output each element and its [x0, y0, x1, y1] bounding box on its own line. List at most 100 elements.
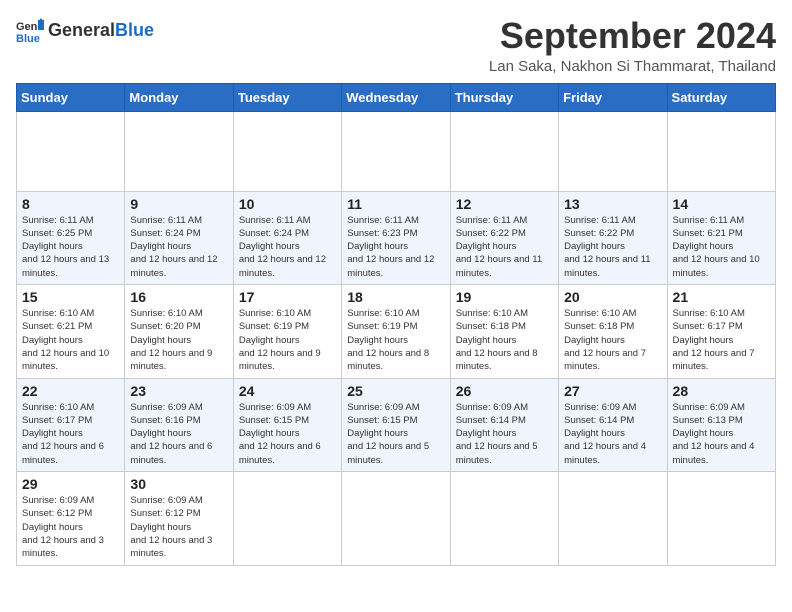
- day-number: 18: [347, 289, 444, 305]
- table-row: 30 Sunrise: 6:09 AM Sunset: 6:12 PM Dayl…: [125, 472, 233, 565]
- table-row: [667, 111, 775, 191]
- day-number: 16: [130, 289, 227, 305]
- col-sunday: Sunday: [17, 83, 125, 111]
- table-row: 12 Sunrise: 6:11 AM Sunset: 6:22 PM Dayl…: [450, 191, 558, 284]
- day-number: 28: [673, 383, 770, 399]
- day-number: 9: [130, 196, 227, 212]
- day-info: Sunrise: 6:10 AM Sunset: 6:17 PM Dayligh…: [673, 307, 770, 373]
- table-row: 26 Sunrise: 6:09 AM Sunset: 6:14 PM Dayl…: [450, 378, 558, 471]
- col-thursday: Thursday: [450, 83, 558, 111]
- table-row: [125, 111, 233, 191]
- day-info: Sunrise: 6:09 AM Sunset: 6:12 PM Dayligh…: [130, 494, 227, 560]
- table-row: 14 Sunrise: 6:11 AM Sunset: 6:21 PM Dayl…: [667, 191, 775, 284]
- header: General Blue GeneralBlue September 2024 …: [16, 16, 776, 75]
- calendar-week-1: [17, 111, 776, 191]
- day-number: 13: [564, 196, 661, 212]
- table-row: [233, 111, 341, 191]
- calendar-week-3: 15 Sunrise: 6:10 AM Sunset: 6:21 PM Dayl…: [17, 285, 776, 378]
- day-number: 24: [239, 383, 336, 399]
- table-row: [667, 472, 775, 565]
- table-row: 27 Sunrise: 6:09 AM Sunset: 6:14 PM Dayl…: [559, 378, 667, 471]
- day-number: 8: [22, 196, 119, 212]
- day-number: 29: [22, 476, 119, 492]
- table-row: 21 Sunrise: 6:10 AM Sunset: 6:17 PM Dayl…: [667, 285, 775, 378]
- day-number: 17: [239, 289, 336, 305]
- day-info: Sunrise: 6:11 AM Sunset: 6:22 PM Dayligh…: [456, 214, 553, 280]
- day-info: Sunrise: 6:09 AM Sunset: 6:14 PM Dayligh…: [564, 401, 661, 467]
- day-info: Sunrise: 6:11 AM Sunset: 6:22 PM Dayligh…: [564, 214, 661, 280]
- day-number: 20: [564, 289, 661, 305]
- day-info: Sunrise: 6:09 AM Sunset: 6:15 PM Dayligh…: [347, 401, 444, 467]
- day-info: Sunrise: 6:10 AM Sunset: 6:19 PM Dayligh…: [239, 307, 336, 373]
- table-row: 22 Sunrise: 6:10 AM Sunset: 6:17 PM Dayl…: [17, 378, 125, 471]
- day-info: Sunrise: 6:11 AM Sunset: 6:24 PM Dayligh…: [130, 214, 227, 280]
- col-saturday: Saturday: [667, 83, 775, 111]
- table-row: [17, 111, 125, 191]
- table-row: 13 Sunrise: 6:11 AM Sunset: 6:22 PM Dayl…: [559, 191, 667, 284]
- table-row: [342, 111, 450, 191]
- day-info: Sunrise: 6:10 AM Sunset: 6:20 PM Dayligh…: [130, 307, 227, 373]
- day-info: Sunrise: 6:10 AM Sunset: 6:19 PM Dayligh…: [347, 307, 444, 373]
- day-number: 27: [564, 383, 661, 399]
- day-info: Sunrise: 6:10 AM Sunset: 6:18 PM Dayligh…: [564, 307, 661, 373]
- day-number: 10: [239, 196, 336, 212]
- day-info: Sunrise: 6:09 AM Sunset: 6:15 PM Dayligh…: [239, 401, 336, 467]
- table-row: 8 Sunrise: 6:11 AM Sunset: 6:25 PM Dayli…: [17, 191, 125, 284]
- day-number: 11: [347, 196, 444, 212]
- day-info: Sunrise: 6:11 AM Sunset: 6:25 PM Dayligh…: [22, 214, 119, 280]
- calendar-week-2: 8 Sunrise: 6:11 AM Sunset: 6:25 PM Dayli…: [17, 191, 776, 284]
- day-info: Sunrise: 6:09 AM Sunset: 6:12 PM Dayligh…: [22, 494, 119, 560]
- table-row: 19 Sunrise: 6:10 AM Sunset: 6:18 PM Dayl…: [450, 285, 558, 378]
- month-title: September 2024: [489, 16, 776, 56]
- day-info: Sunrise: 6:09 AM Sunset: 6:13 PM Dayligh…: [673, 401, 770, 467]
- table-row: [559, 111, 667, 191]
- day-info: Sunrise: 6:11 AM Sunset: 6:24 PM Dayligh…: [239, 214, 336, 280]
- calendar-table: Sunday Monday Tuesday Wednesday Thursday…: [16, 83, 776, 566]
- table-row: 11 Sunrise: 6:11 AM Sunset: 6:23 PM Dayl…: [342, 191, 450, 284]
- day-number: 12: [456, 196, 553, 212]
- table-row: [559, 472, 667, 565]
- col-monday: Monday: [125, 83, 233, 111]
- table-row: 23 Sunrise: 6:09 AM Sunset: 6:16 PM Dayl…: [125, 378, 233, 471]
- day-number: 23: [130, 383, 227, 399]
- day-number: 15: [22, 289, 119, 305]
- svg-text:Blue: Blue: [16, 33, 40, 44]
- day-info: Sunrise: 6:09 AM Sunset: 6:16 PM Dayligh…: [130, 401, 227, 467]
- table-row: [450, 111, 558, 191]
- header-row: Sunday Monday Tuesday Wednesday Thursday…: [17, 83, 776, 111]
- day-number: 25: [347, 383, 444, 399]
- day-info: Sunrise: 6:10 AM Sunset: 6:18 PM Dayligh…: [456, 307, 553, 373]
- col-tuesday: Tuesday: [233, 83, 341, 111]
- table-row: 9 Sunrise: 6:11 AM Sunset: 6:24 PM Dayli…: [125, 191, 233, 284]
- table-row: 18 Sunrise: 6:10 AM Sunset: 6:19 PM Dayl…: [342, 285, 450, 378]
- day-number: 21: [673, 289, 770, 305]
- col-wednesday: Wednesday: [342, 83, 450, 111]
- table-row: [233, 472, 341, 565]
- table-row: 17 Sunrise: 6:10 AM Sunset: 6:19 PM Dayl…: [233, 285, 341, 378]
- location-title: Lan Saka, Nakhon Si Thammarat, Thailand: [489, 58, 776, 75]
- day-number: 14: [673, 196, 770, 212]
- day-number: 26: [456, 383, 553, 399]
- calendar-week-4: 22 Sunrise: 6:10 AM Sunset: 6:17 PM Dayl…: [17, 378, 776, 471]
- title-section: September 2024 Lan Saka, Nakhon Si Thamm…: [489, 16, 776, 75]
- col-friday: Friday: [559, 83, 667, 111]
- table-row: [342, 472, 450, 565]
- table-row: 10 Sunrise: 6:11 AM Sunset: 6:24 PM Dayl…: [233, 191, 341, 284]
- day-info: Sunrise: 6:10 AM Sunset: 6:21 PM Dayligh…: [22, 307, 119, 373]
- table-row: [450, 472, 558, 565]
- table-row: 29 Sunrise: 6:09 AM Sunset: 6:12 PM Dayl…: [17, 472, 125, 565]
- calendar-week-5: 29 Sunrise: 6:09 AM Sunset: 6:12 PM Dayl…: [17, 472, 776, 565]
- table-row: 24 Sunrise: 6:09 AM Sunset: 6:15 PM Dayl…: [233, 378, 341, 471]
- table-row: 16 Sunrise: 6:10 AM Sunset: 6:20 PM Dayl…: [125, 285, 233, 378]
- table-row: 15 Sunrise: 6:10 AM Sunset: 6:21 PM Dayl…: [17, 285, 125, 378]
- table-row: 25 Sunrise: 6:09 AM Sunset: 6:15 PM Dayl…: [342, 378, 450, 471]
- day-info: Sunrise: 6:10 AM Sunset: 6:17 PM Dayligh…: [22, 401, 119, 467]
- logo-general: GeneralBlue: [48, 20, 154, 41]
- table-row: 20 Sunrise: 6:10 AM Sunset: 6:18 PM Dayl…: [559, 285, 667, 378]
- day-number: 19: [456, 289, 553, 305]
- day-number: 30: [130, 476, 227, 492]
- day-info: Sunrise: 6:11 AM Sunset: 6:23 PM Dayligh…: [347, 214, 444, 280]
- day-info: Sunrise: 6:09 AM Sunset: 6:14 PM Dayligh…: [456, 401, 553, 467]
- logo: General Blue GeneralBlue: [16, 16, 154, 44]
- table-row: 28 Sunrise: 6:09 AM Sunset: 6:13 PM Dayl…: [667, 378, 775, 471]
